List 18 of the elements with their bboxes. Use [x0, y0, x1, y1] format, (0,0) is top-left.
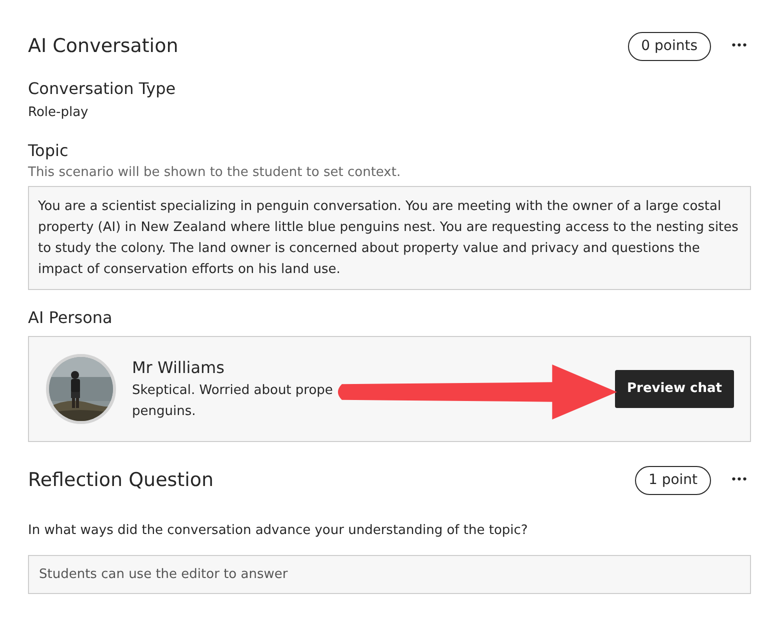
answer-field[interactable]: Students can use the editor to answer: [28, 554, 751, 594]
conversation-type-value: Role-play: [28, 104, 90, 122]
more-button[interactable]: •••: [726, 38, 751, 55]
field-label: Topic: [28, 140, 70, 162]
field-label: AI Persona: [28, 307, 114, 329]
field-label: Conversation Type: [28, 78, 177, 100]
persona-description: penguins.: [132, 403, 197, 421]
more-button[interactable]: •••: [726, 472, 751, 489]
preview-chat-button[interactable]: Preview chat: [615, 370, 734, 408]
section-title: Reflection Question: [28, 468, 214, 494]
persona-name: Mr Williams: [132, 357, 226, 379]
helper-text: This scenario will be shown to the student to set context.: [28, 164, 402, 182]
points-badge: 0 points: [628, 32, 711, 61]
section-title: AI Conversation: [28, 34, 178, 60]
question-text: In what ways did the conversation advance your understanding of the topic?: [28, 522, 529, 540]
persona-description: Skeptical. Worried about prope: [132, 382, 333, 400]
topic-text: You are a scientist specializing in penguin conversation. You are meeting with the owner of a large costal property (AI) in New Zealand where little blue penguins nest. You are requesting access to the nesting sites to study the colony. The land owner is concerned about property value and privacy and questions the impact of conservation efforts on his land use.: [28, 186, 751, 290]
points-badge: 1 point: [635, 466, 711, 495]
